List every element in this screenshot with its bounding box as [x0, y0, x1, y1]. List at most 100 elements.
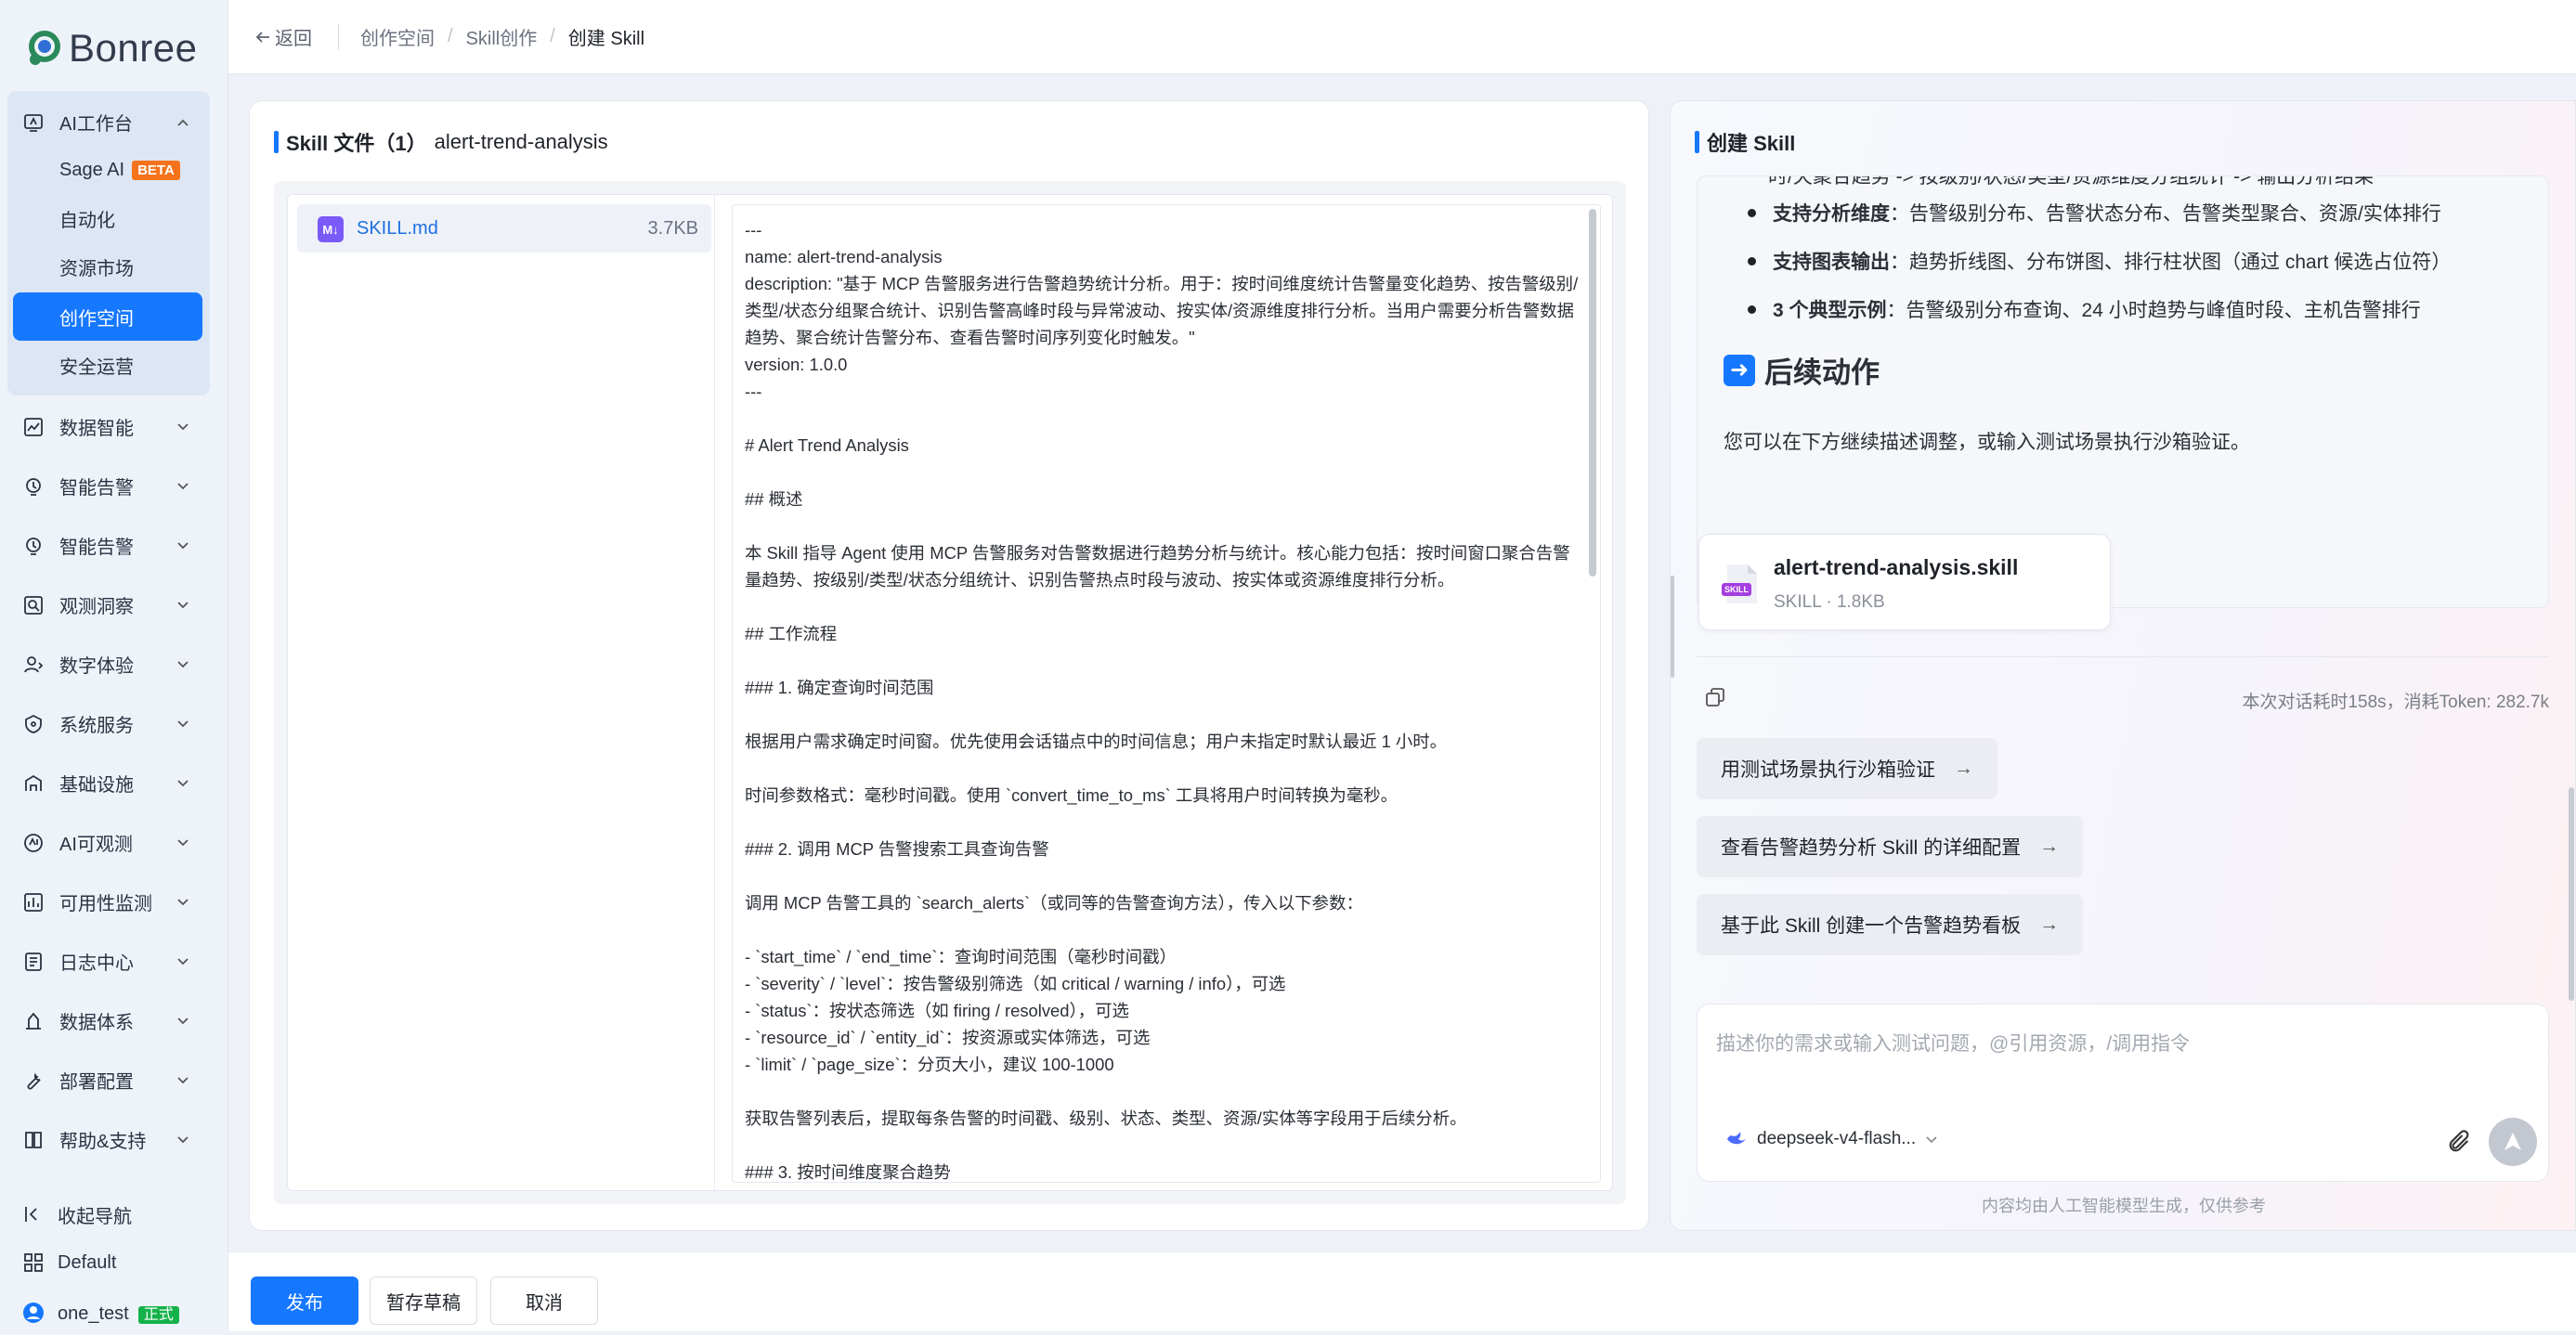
breadcrumb: 创作空间 / Skill创作 / 创建 Skill: [360, 23, 644, 50]
files-inner: M↓ SKILL.md 3.7KB --- name: alert-trend-a…: [287, 194, 1613, 1191]
divider: [1697, 656, 2549, 657]
bullet-text: ：告警级别分布、告警状态分布、告警类型聚合、资源/实体排行: [1890, 203, 2441, 225]
markdown-icon: M↓: [318, 216, 344, 242]
sidebar-item[interactable]: 智能告警: [0, 519, 228, 571]
sidebar-item-resource-market[interactable]: 资源市场: [13, 242, 202, 291]
nav-label: 日志中心: [59, 953, 134, 974]
sidebar-item-sage-ai[interactable]: Sage AI BETA: [13, 146, 202, 194]
chat-input-placeholder[interactable]: 描述你的需求或输入测试问题，@引用资源，/调用指令: [1716, 1029, 2190, 1056]
sidebar-item[interactable]: 帮助&支持: [0, 1113, 228, 1165]
nav-label: 可用性监测: [59, 893, 152, 914]
back-label: 返回: [275, 29, 312, 49]
chevron-down-icon: [177, 1136, 189, 1144]
nav-ai-workbench[interactable]: AI工作台: [0, 96, 228, 148]
brand-logo[interactable]: Bonree: [24, 22, 197, 74]
breadcrumb-item[interactable]: Skill创作: [466, 23, 538, 50]
ai-disclaimer: 内容均由人工智能模型生成，仅供参考: [1982, 1197, 2266, 1215]
bullet-bold: 支持图表输出: [1773, 252, 1890, 273]
sidebar-item[interactable]: 可用性监测: [0, 875, 228, 927]
sub-label: 安全运营: [59, 356, 134, 378]
suggestion-chip[interactable]: 用测试场景执行沙箱验证 →: [1697, 738, 1997, 799]
code-editor[interactable]: --- name: alert-trend-analysis description…: [732, 204, 1601, 1183]
action-bar: 发布 暂存草稿 取消: [228, 1251, 2576, 1331]
attachment-icon[interactable]: [2446, 1129, 2472, 1155]
nav-label: 数据智能: [59, 418, 134, 439]
arrow-right-icon: →: [2039, 914, 2060, 935]
sidebar-item[interactable]: 日志中心: [0, 935, 228, 987]
sidebar-item[interactable]: 部署配置: [0, 1054, 228, 1106]
sub-label: Sage AI: [59, 159, 125, 180]
cancel-button[interactable]: 取消: [490, 1277, 598, 1325]
bullet-text: ：告警级别分布查询、24 小时趋势与峰值时段、主机告警排行: [1886, 300, 2421, 321]
alert-brain-icon: [26, 478, 41, 496]
suggestion-label: 用测试场景执行沙箱验证: [1721, 759, 1935, 781]
sidebar-item-automation[interactable]: 自动化: [13, 194, 202, 242]
breadcrumb-separator: /: [550, 26, 555, 46]
collapse-label: 收起导航: [58, 1206, 132, 1227]
code-line: - `severity` / `level`：按告警级别筛选（如 critica…: [745, 974, 1286, 993]
deepseek-logo-icon: [1727, 1132, 1746, 1145]
sidebar-item[interactable]: 数据体系: [0, 994, 228, 1046]
sidebar-item[interactable]: 数字体验: [0, 638, 228, 690]
nav-label: 基础设施: [59, 774, 134, 796]
page-scrollbar[interactable]: [2569, 787, 2574, 1001]
user-menu[interactable]: one_test 正式: [0, 1290, 228, 1335]
chevron-down-icon: [1926, 1136, 1937, 1144]
skill-file-meta: SKILL · 1.8KB: [1774, 592, 1885, 612]
user-info: one_test 正式: [58, 1302, 179, 1325]
skill-file-icon: SKILL: [1722, 564, 1757, 603]
chevron-down-icon: [177, 423, 189, 431]
suggestion-chip[interactable]: 基于此 Skill 创建一个告警趋势看板 →: [1697, 894, 2084, 955]
workspace-switcher[interactable]: Default: [0, 1240, 228, 1285]
save-draft-button[interactable]: 暂存草稿: [370, 1277, 477, 1325]
arrow-right-icon: →: [1954, 758, 1973, 779]
files-container: M↓ SKILL.md 3.7KB --- name: alert-trend-a…: [274, 181, 1626, 1204]
back-button[interactable]: 返回: [254, 23, 312, 50]
send-button[interactable]: [2489, 1118, 2537, 1166]
divider: [338, 24, 339, 50]
panel-title: Skill 文件（1） alert-trend-analysis: [274, 127, 608, 157]
nav-label: 帮助&支持: [59, 1131, 147, 1152]
file-item-skill-md[interactable]: M↓ SKILL.md 3.7KB: [297, 204, 711, 253]
title-accent: [1695, 131, 1699, 153]
breadcrumb-current: 创建 Skill: [567, 29, 645, 49]
model-selector[interactable]: deepseek-v4-flash...: [1725, 1129, 1938, 1149]
chat-scrollbar[interactable]: [1671, 576, 1674, 678]
sidebar: Bonree AI工作台 Sage AI BETA 自动化 资源市场 创作空间 …: [0, 0, 228, 1331]
code-line: 调用 MCP 告警工具的 `search_alerts`（或同等的告警查询方法）…: [745, 893, 1363, 913]
list-item: 3 个典型示例 ：告警级别分布查询、24 小时趋势与峰值时段、主机告警排行: [1748, 295, 2421, 323]
code-line: ## 工作流程: [745, 624, 838, 643]
message-text: 时/天聚合趋势 -> 按级别/状态/类型/资源维度分组统计 -> 输出分析结果: [1768, 175, 2374, 188]
suggestion-label: 查看告警趋势分析 Skill 的详细配置: [1721, 837, 2022, 859]
code-line: 时间参数格式：毫秒时间戳。使用 `convert_time_to_ms` 工具将…: [745, 785, 1398, 805]
chat-input-box[interactable]: 描述你的需求或输入测试问题，@引用资源，/调用指令 deepseek-v4-fl…: [1697, 1004, 2549, 1182]
sidebar-item[interactable]: AI可观测: [0, 816, 228, 868]
sidebar-item[interactable]: 系统服务: [0, 697, 228, 749]
suggestion-label: 基于此 Skill 创建一个告警趋势看板: [1721, 915, 2022, 937]
code-line: 根据用户需求确定时间窗。优先使用会话锚点中的时间信息；用户未指定时默认最近 1 …: [745, 732, 1448, 751]
editor-scrollbar[interactable]: [1589, 209, 1596, 577]
sidebar-item[interactable]: 基础设施: [0, 757, 228, 809]
sidebar-item-creation-space[interactable]: 创作空间: [13, 292, 202, 341]
file-name: SKILL.md: [357, 217, 438, 239]
sidebar-item[interactable]: 智能告警: [0, 460, 228, 512]
send-arrow-icon: [2504, 1133, 2521, 1150]
suggestion-chip[interactable]: 查看告警趋势分析 Skill 的详细配置 →: [1697, 816, 2084, 877]
code-line: description: "基于 MCP 告警服务进行告警趋势统计分析。用于：按…: [745, 274, 1579, 347]
nav-label: 部署配置: [59, 1071, 134, 1093]
collapse-nav-button[interactable]: 收起导航: [0, 1192, 228, 1237]
create-skill-chat-panel: 创建 Skill 时/天聚合趋势 -> 按级别/状态/类型/资源维度分组统计 -…: [1670, 100, 2576, 1231]
nav-label: AI工作台: [59, 113, 133, 135]
skill-file-card[interactable]: SKILL alert-trend-analysis.skill SKILL ·…: [1698, 534, 2111, 630]
sidebar-item[interactable]: 观测洞察: [0, 578, 228, 630]
sidebar-item[interactable]: 数据智能: [0, 400, 228, 452]
copy-icon[interactable]: [1704, 686, 1726, 708]
sidebar-item-security-ops[interactable]: 安全运营: [13, 341, 202, 389]
title-accent: [274, 131, 279, 153]
code-line: ---: [745, 220, 762, 240]
publish-button[interactable]: 发布: [251, 1277, 358, 1325]
breadcrumb-item[interactable]: 创作空间: [360, 23, 435, 50]
collapse-icon: [25, 1207, 37, 1222]
